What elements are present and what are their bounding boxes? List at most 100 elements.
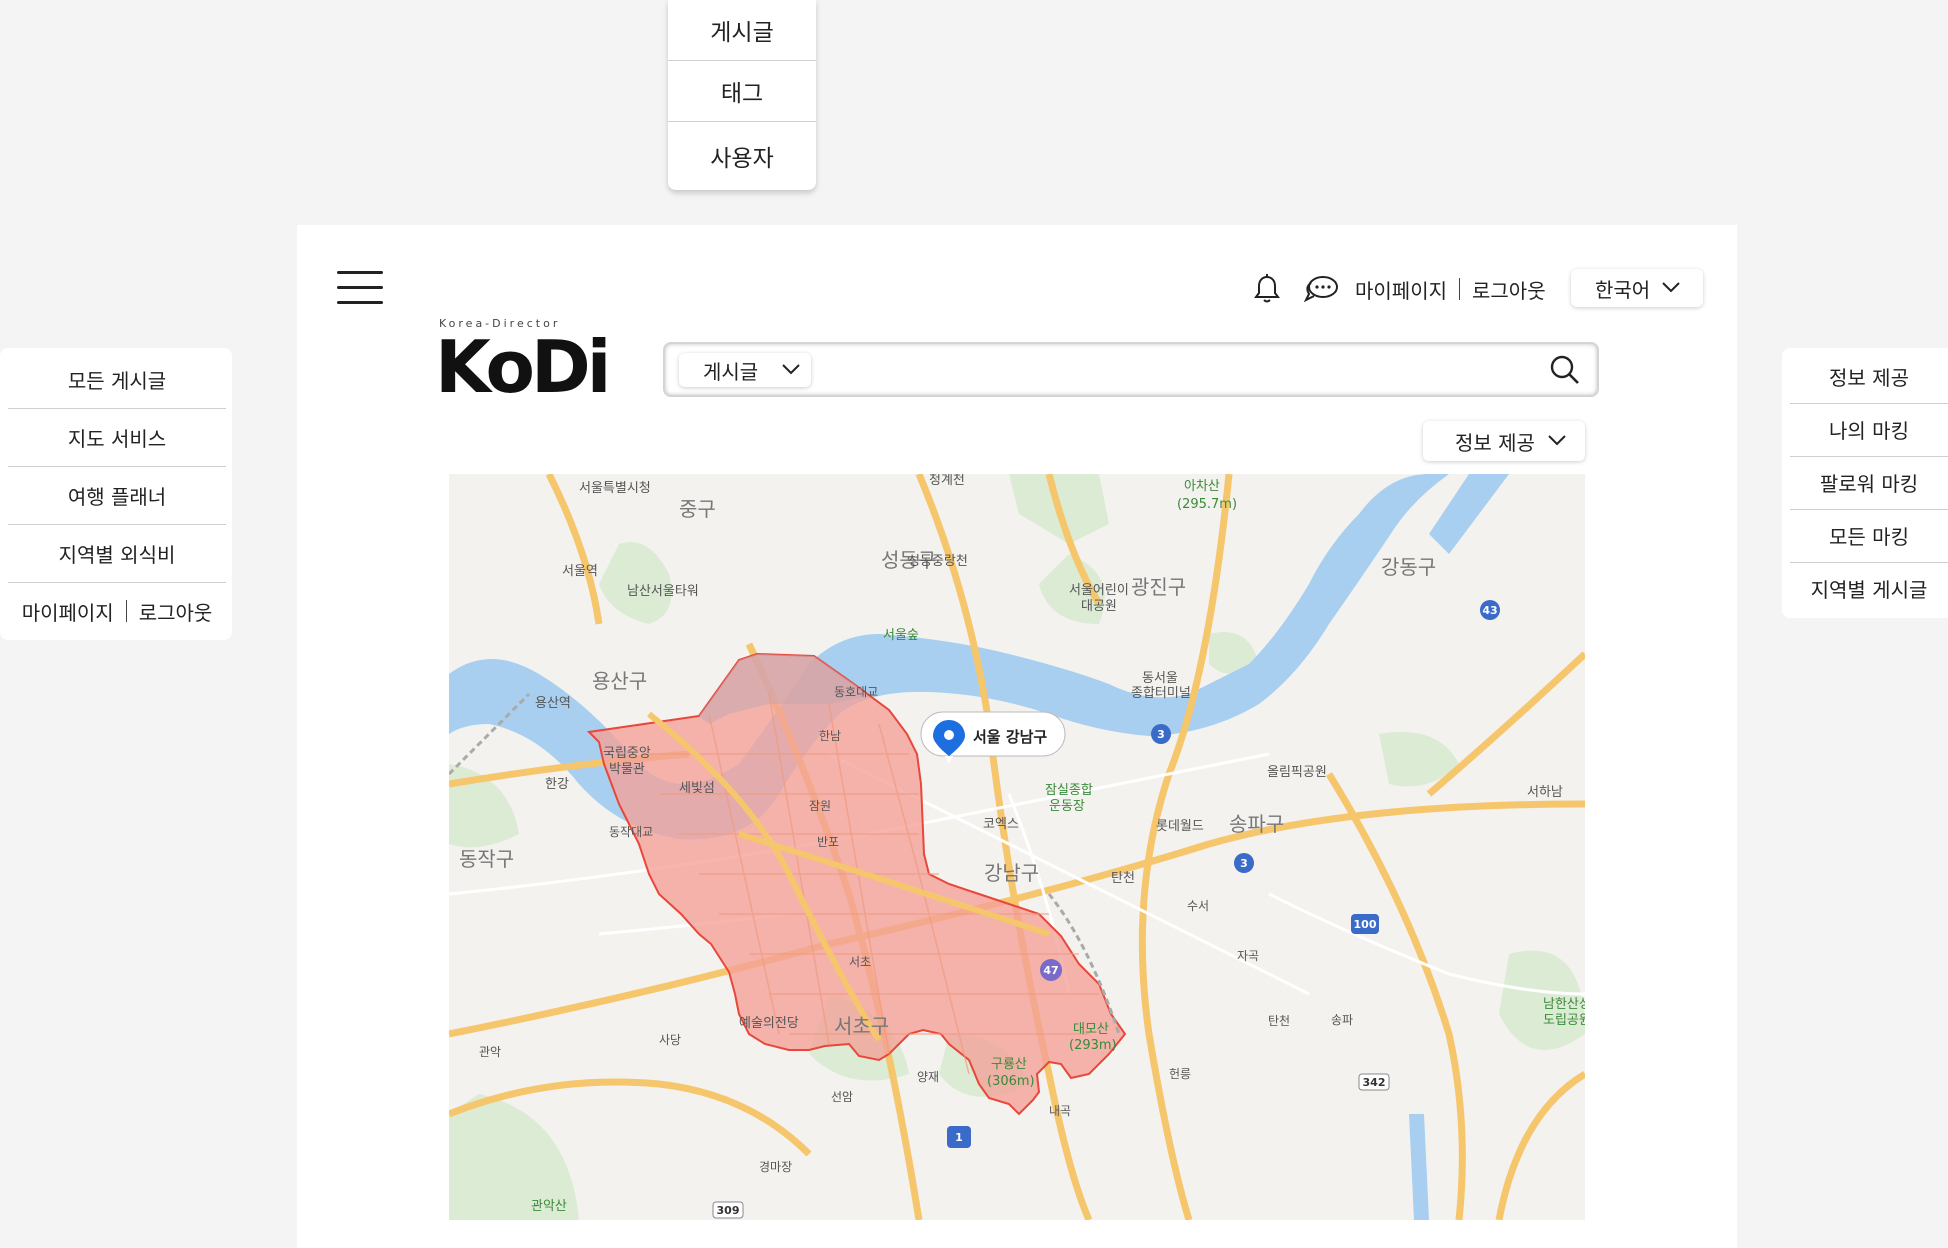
header-actions: 마이페이지 로그아웃 xyxy=(1247,269,1546,309)
search-type-option-posts[interactable]: 게시글 xyxy=(668,0,816,61)
svg-text:경마장: 경마장 xyxy=(759,1160,792,1174)
menu-follower-markings[interactable]: 팔로워 마킹 xyxy=(1790,456,1948,510)
svg-text:342: 342 xyxy=(1363,1076,1386,1089)
svg-text:동작구: 동작구 xyxy=(459,847,514,871)
logo-text: KoDi xyxy=(435,325,611,409)
svg-text:올림픽공원: 올림픽공원 xyxy=(1267,765,1327,780)
menu-travel-planner[interactable]: 여행 플래너 xyxy=(8,466,226,525)
han-river xyxy=(449,474,1449,840)
search-icon[interactable] xyxy=(1549,354,1583,388)
svg-text:(293m): (293m) xyxy=(1069,1038,1117,1053)
menu-map-service[interactable]: 지도 서비스 xyxy=(8,408,226,467)
svg-text:동서울: 동서울 xyxy=(1142,671,1178,686)
svg-text:송파구: 송파구 xyxy=(1229,812,1284,836)
svg-text:청계천: 청계천 xyxy=(929,474,965,488)
svg-text:성동중랑천: 성동중랑천 xyxy=(908,554,968,569)
info-filter-select[interactable]: 정보 제공 xyxy=(1423,421,1585,461)
marker-label: 서울 강남구 xyxy=(973,728,1047,746)
svg-text:잠실종합: 잠실종합 xyxy=(1045,783,1093,798)
svg-text:309: 309 xyxy=(717,1204,740,1217)
svg-text:탄천: 탄천 xyxy=(1111,871,1135,886)
svg-text:도립공원: 도립공원 xyxy=(1543,1013,1585,1028)
svg-text:남한산성: 남한산성 xyxy=(1543,997,1585,1012)
svg-text:아차산: 아차산 xyxy=(1184,479,1220,494)
svg-text:3: 3 xyxy=(1240,857,1248,870)
svg-text:100: 100 xyxy=(1354,918,1377,931)
language-value: 한국어 xyxy=(1595,277,1651,302)
svg-text:세빛섬: 세빛섬 xyxy=(679,781,715,796)
svg-text:종합터미널: 종합터미널 xyxy=(1131,686,1191,701)
svg-text:3: 3 xyxy=(1157,728,1165,741)
svg-text:관악산: 관악산 xyxy=(531,1199,567,1214)
svg-text:대모산: 대모산 xyxy=(1073,1022,1109,1037)
svg-text:헌릉: 헌릉 xyxy=(1169,1067,1191,1081)
svg-text:대공원: 대공원 xyxy=(1081,599,1117,614)
svg-text:박물관: 박물관 xyxy=(609,762,645,777)
main-panel: 마이페이지 로그아웃 한국어 Korea-Director KoDi 게시글 정… xyxy=(297,225,1737,1248)
left-side-menu: 모든 게시글 지도 서비스 여행 플래너 지역별 외식비 마이페이지 로그아웃 xyxy=(0,348,232,640)
svg-text:(295.7m): (295.7m) xyxy=(1177,497,1237,512)
svg-text:한강: 한강 xyxy=(545,777,569,792)
svg-text:내곡: 내곡 xyxy=(1049,1104,1071,1118)
svg-text:용산구: 용산구 xyxy=(592,669,647,693)
svg-text:남산서울타워: 남산서울타워 xyxy=(627,584,699,599)
svg-text:양재: 양재 xyxy=(917,1070,939,1084)
svg-text:관악: 관악 xyxy=(479,1045,501,1059)
menu-info-provided[interactable]: 정보 제공 xyxy=(1790,350,1948,404)
svg-text:구룡산: 구룡산 xyxy=(991,1057,1027,1072)
hamburger-menu-icon[interactable] xyxy=(337,271,383,305)
svg-text:롯데월드: 롯데월드 xyxy=(1156,819,1204,834)
svg-text:동작대교: 동작대교 xyxy=(609,825,653,839)
svg-text:선암: 선암 xyxy=(831,1090,853,1104)
svg-text:수서: 수서 xyxy=(1187,899,1209,913)
svg-text:국립중앙: 국립중앙 xyxy=(603,746,651,761)
svg-text:서울숲: 서울숲 xyxy=(883,628,919,643)
divider xyxy=(1459,278,1460,300)
location-marker[interactable]: 서울 강남구 xyxy=(920,711,1066,764)
header-logout-link[interactable]: 로그아웃 xyxy=(1472,275,1546,304)
map-view[interactable]: 서울특별시청 청계천 중구 아차산 (295.7m) 서울역 남산서울타워 성동… xyxy=(449,474,1585,1220)
search-type-option-users[interactable]: 사용자 xyxy=(668,122,816,190)
chat-icon[interactable] xyxy=(1301,269,1341,309)
menu-all-posts[interactable]: 모든 게시글 xyxy=(8,350,226,409)
language-select[interactable]: 한국어 xyxy=(1571,269,1703,307)
menu-regional-posts[interactable]: 지역별 게시글 xyxy=(1790,562,1948,615)
svg-text:송파: 송파 xyxy=(1331,1013,1353,1027)
search-bar: 게시글 xyxy=(663,342,1599,397)
search-type-value: 게시글 xyxy=(703,359,759,384)
bell-icon[interactable] xyxy=(1247,269,1287,309)
svg-text:강남구: 강남구 xyxy=(984,861,1039,885)
svg-text:1: 1 xyxy=(955,1131,963,1144)
svg-text:자곡: 자곡 xyxy=(1237,949,1259,963)
svg-text:강동구: 강동구 xyxy=(1381,555,1436,579)
kodi-logo[interactable]: Korea-Director KoDi xyxy=(435,317,611,417)
svg-text:용산역: 용산역 xyxy=(535,696,571,711)
search-type-option-tags[interactable]: 태그 xyxy=(668,61,816,122)
divider xyxy=(125,600,127,622)
svg-text:서초: 서초 xyxy=(849,955,871,969)
svg-text:운동장: 운동장 xyxy=(1049,799,1085,814)
svg-text:탄천: 탄천 xyxy=(1268,1013,1290,1028)
menu-all-markings[interactable]: 모든 마킹 xyxy=(1790,509,1948,563)
header-mypage-link[interactable]: 마이페이지 xyxy=(1355,275,1447,304)
menu-regional-dining-cost[interactable]: 지역별 외식비 xyxy=(8,524,226,583)
chevron-down-icon xyxy=(782,364,800,375)
info-filter-value: 정보 제공 xyxy=(1455,430,1535,455)
menu-my-markings[interactable]: 나의 마킹 xyxy=(1790,403,1948,457)
menu-logout-link[interactable]: 로그아웃 xyxy=(139,597,213,626)
right-side-menu: 정보 제공 나의 마킹 팔로워 마킹 모든 마킹 지역별 게시글 xyxy=(1782,348,1948,618)
search-input[interactable] xyxy=(825,352,1509,390)
svg-text:잠원: 잠원 xyxy=(809,799,831,813)
svg-text:광진구: 광진구 xyxy=(1131,575,1186,599)
svg-text:중구: 중구 xyxy=(679,497,716,521)
menu-account-links: 마이페이지 로그아웃 xyxy=(8,582,226,640)
svg-text:43: 43 xyxy=(1482,604,1497,617)
svg-text:한남: 한남 xyxy=(819,729,841,743)
svg-text:예술의전당: 예술의전당 xyxy=(739,1016,799,1031)
search-type-select[interactable]: 게시글 xyxy=(679,353,811,387)
svg-text:서울역: 서울역 xyxy=(562,564,598,579)
menu-mypage-link[interactable]: 마이페이지 xyxy=(22,597,114,626)
svg-text:서울특별시청: 서울특별시청 xyxy=(579,481,651,496)
svg-text:47: 47 xyxy=(1043,964,1058,977)
search-type-dropdown: 게시글 태그 사용자 xyxy=(668,0,816,190)
